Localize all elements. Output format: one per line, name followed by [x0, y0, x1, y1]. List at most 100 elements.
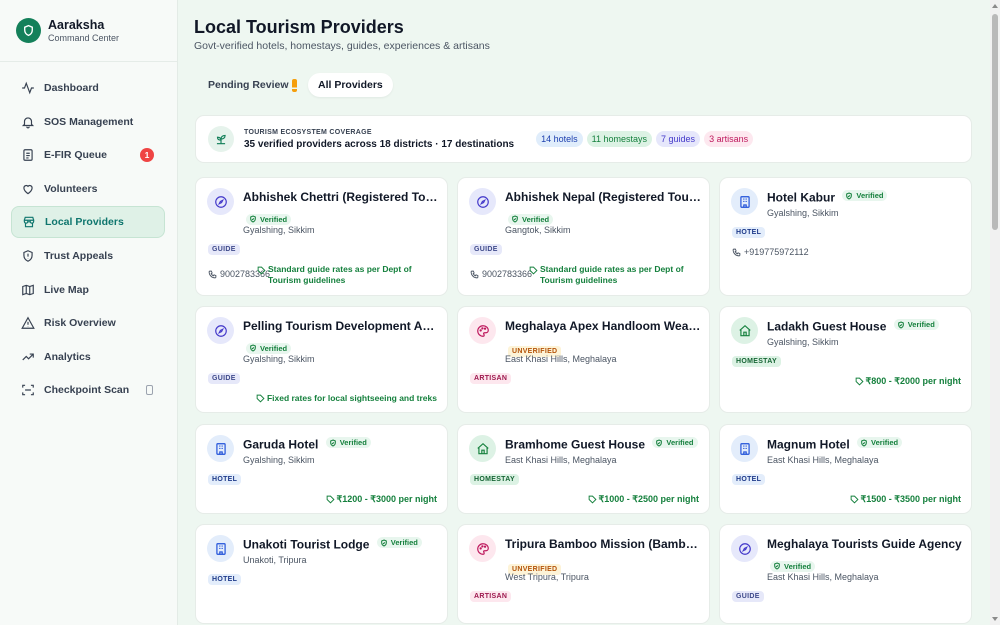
brand[interactable]: Aaraksha Command Center — [0, 0, 177, 62]
compass-icon — [207, 188, 234, 215]
sidebar-item-label: Live Map — [44, 283, 89, 296]
sidebar-item-local-providers[interactable]: Local Providers — [11, 206, 165, 239]
provider-location: West Tripura, Tripura — [505, 572, 589, 582]
bell-icon — [21, 115, 35, 129]
building-icon — [731, 435, 758, 462]
rate-note-text: Fixed rates for local sightseeing and tr… — [266, 393, 437, 403]
provider-card[interactable]: Hotel Kabur Verified Gyalshing, Sikkim H… — [719, 177, 972, 296]
tag-icon — [588, 495, 597, 504]
scroll-down-arrow-icon[interactable] — [992, 617, 998, 621]
provider-name: Bramhome Guest House Verified — [505, 437, 698, 452]
provider-location: East Khasi Hills, Meghalaya — [505, 455, 617, 465]
provider-name: Abhishek Nepal (Registered Tour Guide) — [505, 190, 701, 204]
provider-card[interactable]: Magnum Hotel Verified East Khasi Hills, … — [719, 424, 972, 514]
provider-name: Garuda Hotel Verified — [243, 437, 371, 452]
scrollbar[interactable] — [990, 0, 1000, 625]
main-content: Local Tourism Providers Govt-verified ho… — [178, 0, 990, 625]
phone-icon — [208, 270, 217, 278]
phone-number: 9002783366 — [482, 269, 533, 279]
rate-note: Fixed rates for local sightseeing and tr… — [256, 393, 437, 404]
scrollbar-thumb[interactable] — [992, 14, 998, 230]
price-text: ₹800 - ₹2000 per night — [865, 376, 961, 386]
tab-all-providers[interactable]: All Providers — [308, 73, 393, 97]
verified-badge: Verified — [893, 319, 939, 330]
notification-badge: 1 — [140, 148, 154, 163]
provider-name: Pelling Tourism Development Association — [243, 319, 438, 333]
provider-name: Ladakh Guest House Verified — [767, 319, 939, 334]
tag-icon — [855, 377, 864, 386]
tag-icon — [257, 266, 266, 275]
hotels-count-chip: 14 hotels — [536, 131, 583, 147]
home-icon — [469, 435, 496, 462]
provider-card[interactable]: Bramhome Guest House Verified East Khasi… — [457, 424, 710, 514]
verified-label: Verified — [522, 214, 550, 224]
sidebar-item-volunteers[interactable]: Volunteers — [11, 173, 165, 205]
brand-name: Aaraksha — [48, 17, 105, 32]
price-text: ₹1000 - ₹2500 per night — [598, 494, 700, 504]
provider-name-text: Unakoti Tourist Lodge — [243, 537, 370, 552]
provider-location: Unakoti, Tripura — [243, 555, 307, 565]
provider-name-text: Bramhome Guest House — [505, 437, 646, 452]
provider-card[interactable]: Abhishek Chettri (Registered Tour Guide)… — [195, 177, 448, 296]
verified-badge: Verified — [652, 437, 698, 448]
sidebar-item-label: Risk Overview — [44, 317, 116, 330]
sidebar-item-dashboard[interactable]: Dashboard — [11, 72, 165, 104]
provider-card[interactable]: Pelling Tourism Development Association … — [195, 306, 448, 413]
type-badge: GUIDE — [208, 373, 240, 384]
sidebar-item-analytics[interactable]: Analytics — [11, 341, 165, 373]
homestays-count-chip: 11 homestays — [586, 131, 653, 147]
price-range: ₹1500 - ₹3500 per night — [850, 494, 962, 505]
provider-card[interactable]: Garuda Hotel Verified Gyalshing, Sikkim … — [195, 424, 448, 514]
provider-card[interactable]: Unakoti Tourist Lodge Verified Unakoti, … — [195, 524, 448, 624]
type-badge: HOTEL — [208, 574, 242, 585]
compass-icon — [469, 188, 496, 215]
provider-name: Meghalaya Tourists Guide Agency — [767, 537, 962, 551]
provider-card[interactable]: Tripura Bamboo Mission (Bamboo Crafts) U… — [457, 524, 710, 624]
shield-icon — [16, 18, 41, 43]
map-icon — [21, 283, 35, 297]
store-icon — [22, 215, 36, 229]
compass-icon — [207, 317, 234, 344]
type-badge: ARTISAN — [470, 591, 512, 602]
sidebar-item-risk-overview[interactable]: Risk Overview — [11, 307, 165, 339]
provider-name: Magnum Hotel Verified — [767, 437, 903, 452]
provider-card[interactable]: Abhishek Nepal (Registered Tour Guide) V… — [457, 177, 710, 296]
activity-icon — [21, 81, 35, 95]
sidebar-item-label: Dashboard — [44, 82, 99, 94]
provider-card[interactable]: Meghalaya Tourists Guide Agency Verified… — [719, 524, 972, 624]
verified-label: Verified — [390, 538, 418, 547]
home-icon — [731, 317, 758, 344]
provider-location: Gyalshing, Sikkim — [767, 337, 839, 347]
price-text: ₹1200 - ₹3000 per night — [336, 494, 438, 504]
sidebar-item-trust-appeals[interactable]: Trust Appeals — [11, 240, 165, 272]
sidebar-item-live-map[interactable]: Live Map — [11, 274, 165, 306]
provider-name-text: Garuda Hotel — [243, 437, 319, 452]
provider-card[interactable]: Meghalaya Apex Handloom Weavers UNVERIFI… — [457, 306, 710, 413]
palette-icon — [469, 317, 496, 344]
rate-note-text: Standard guide rates as per Dept of Tour… — [540, 264, 684, 285]
sidebar-item-e-fir-queue[interactable]: E-FIR Queue 1 — [11, 139, 165, 171]
provider-location: Gangtok, Sikkim — [505, 225, 571, 235]
building-icon — [207, 435, 234, 462]
sidebar-item-sos-management[interactable]: SOS Management — [11, 106, 165, 138]
tag-icon — [256, 394, 265, 403]
type-badge: HOTEL — [732, 227, 766, 238]
sidebar-nav: Dashboard SOS Management E-FIR Queue 1 V… — [0, 62, 177, 406]
tab-pending-review[interactable]: Pending Review — [198, 73, 307, 97]
price-range: ₹1000 - ₹2500 per night — [588, 494, 700, 505]
sidebar-item-label: Volunteers — [44, 182, 98, 195]
price-text: ₹1500 - ₹3500 per night — [860, 494, 962, 504]
verified-badge: Verified — [376, 537, 422, 548]
verified-label: Verified — [339, 438, 367, 447]
sidebar-item-checkpoint-scan[interactable]: Checkpoint Scan — [11, 374, 165, 406]
scan-icon — [21, 383, 35, 397]
sidebar-item-label: Local Providers — [45, 216, 124, 229]
provider-location: Gyalshing, Sikkim — [243, 354, 315, 364]
verified-label: Verified — [666, 438, 694, 447]
ecosystem-icon — [208, 126, 234, 152]
provider-card[interactable]: Ladakh Guest House Verified Gyalshing, S… — [719, 306, 972, 413]
scroll-up-arrow-icon[interactable] — [992, 4, 998, 8]
provider-name-text: Hotel Kabur — [767, 190, 836, 205]
provider-location: Gyalshing, Sikkim — [243, 225, 315, 235]
type-badge: HOMESTAY — [470, 474, 519, 485]
